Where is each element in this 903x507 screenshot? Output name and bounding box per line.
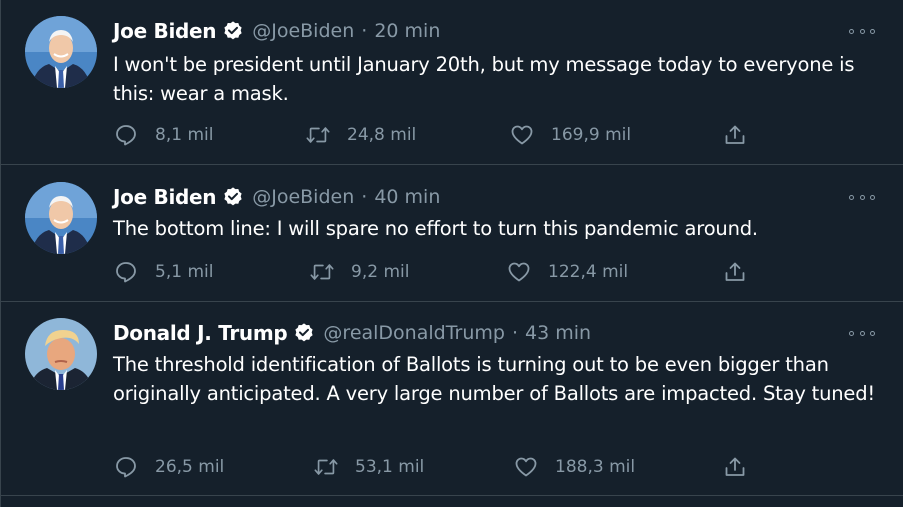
- author-handle[interactable]: @realDonaldTrump: [323, 322, 505, 344]
- tweet-actions: 8,1 mil 24,8 mil 169,9 mil: [113, 122, 763, 148]
- reply-button[interactable]: 26,5 mil: [113, 454, 224, 480]
- tweet-text: The bottom line: I will spare no effort …: [113, 217, 758, 240]
- reply-button[interactable]: 5,1 mil: [113, 259, 213, 285]
- tweet-text: The threshold identification of Ballots …: [113, 353, 876, 405]
- reply-button[interactable]: 8,1 mil: [113, 122, 213, 148]
- tweet-header: Donald J. Trump @realDonaldTrump · 43 mi…: [113, 319, 591, 347]
- avatar-image: [25, 182, 97, 254]
- reply-icon: [113, 454, 139, 480]
- reply-count: 8,1 mil: [155, 125, 214, 145]
- like-count: 122,4 mil: [548, 262, 629, 282]
- like-count: 169,9 mil: [551, 125, 632, 145]
- share-button[interactable]: [722, 122, 764, 148]
- like-icon: [513, 454, 539, 480]
- like-icon: [506, 259, 532, 285]
- share-icon: [722, 454, 748, 480]
- author-name[interactable]: Donald J. Trump: [113, 321, 288, 345]
- retweet-button[interactable]: 53,1 mil: [313, 454, 424, 480]
- like-icon: [509, 122, 535, 148]
- author-handle[interactable]: @JoeBiden: [252, 186, 354, 208]
- retweet-icon: [313, 454, 339, 480]
- verified-badge-icon: [293, 322, 315, 344]
- separator-dot: ·: [361, 186, 368, 208]
- more-icon[interactable]: [849, 191, 875, 203]
- reply-count: 26,5 mil: [155, 457, 225, 477]
- avatar-image: [25, 318, 97, 390]
- tweet-timestamp[interactable]: 40 min: [374, 186, 440, 208]
- share-button[interactable]: [722, 454, 764, 480]
- tweet-header: Joe Biden @JoeBiden · 20 min: [113, 17, 440, 45]
- reply-icon: [113, 259, 139, 285]
- share-icon: [722, 259, 748, 285]
- tweet-header: Joe Biden @JoeBiden · 40 min: [113, 183, 440, 211]
- tweet[interactable]: Donald J. Trump @realDonaldTrump · 43 mi…: [1, 302, 903, 496]
- avatar[interactable]: [25, 16, 97, 88]
- author-name[interactable]: Joe Biden: [113, 19, 217, 43]
- verified-badge-icon: [222, 186, 244, 208]
- like-button[interactable]: 122,4 mil: [506, 259, 628, 285]
- tweet-text: I won't be president until January 20th,…: [113, 53, 855, 105]
- more-icon[interactable]: [849, 327, 875, 339]
- retweet-count: 9,2 mil: [351, 262, 410, 282]
- tweet-actions: 26,5 mil 53,1 mil 188,3 mil: [113, 454, 763, 480]
- retweet-button[interactable]: 9,2 mil: [309, 259, 409, 285]
- timeline: Joe Biden @JoeBiden · 20 min I won't be …: [0, 0, 903, 507]
- share-icon: [722, 122, 748, 148]
- tweet[interactable]: Joe Biden @JoeBiden · 40 min The bottom …: [1, 165, 903, 302]
- verified-badge-icon: [222, 20, 244, 42]
- tweet-actions: 5,1 mil 9,2 mil 122,4 mil: [113, 259, 763, 285]
- author-handle[interactable]: @JoeBiden: [252, 20, 354, 42]
- reply-count: 5,1 mil: [155, 262, 214, 282]
- retweet-count: 53,1 mil: [355, 457, 425, 477]
- avatar-image: [25, 16, 97, 88]
- avatar[interactable]: [25, 182, 97, 254]
- reply-icon: [113, 122, 139, 148]
- more-icon[interactable]: [849, 25, 875, 37]
- like-button[interactable]: 169,9 mil: [509, 122, 631, 148]
- avatar[interactable]: [25, 318, 97, 390]
- author-name[interactable]: Joe Biden: [113, 185, 217, 209]
- separator-dot: ·: [511, 322, 518, 344]
- tweet-timestamp[interactable]: 20 min: [374, 20, 440, 42]
- like-button[interactable]: 188,3 mil: [513, 454, 635, 480]
- retweet-button[interactable]: 24,8 mil: [305, 122, 416, 148]
- retweet-icon: [305, 122, 331, 148]
- like-count: 188,3 mil: [555, 457, 636, 477]
- separator-dot: ·: [361, 20, 368, 42]
- retweet-count: 24,8 mil: [347, 125, 417, 145]
- tweet[interactable]: Joe Biden @JoeBiden · 20 min I won't be …: [1, 0, 903, 165]
- share-button[interactable]: [722, 259, 764, 285]
- tweet-timestamp[interactable]: 43 min: [525, 322, 591, 344]
- retweet-icon: [309, 259, 335, 285]
